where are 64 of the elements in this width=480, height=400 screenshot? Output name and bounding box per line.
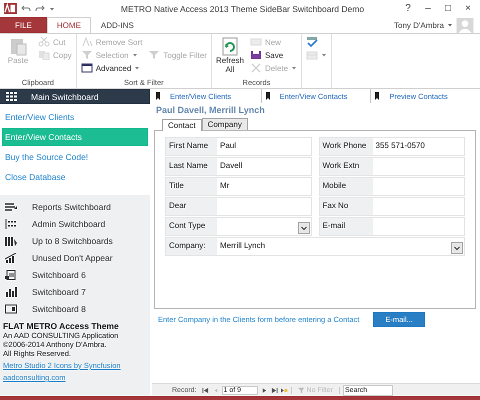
save-icon bbox=[250, 50, 262, 60]
window-control-button[interactable]: □ bbox=[440, 3, 456, 14]
theme-title: FLAT METRO Access Theme bbox=[3, 321, 120, 331]
filter-icon bbox=[298, 386, 305, 394]
window-control-button[interactable]: ? bbox=[400, 3, 416, 14]
grid-icon bbox=[6, 92, 17, 101]
window-icon bbox=[5, 304, 17, 314]
switchboard-item[interactable]: Switchboard 7 bbox=[0, 283, 150, 300]
last-record-icon[interactable] bbox=[270, 386, 278, 394]
ribbon-command[interactable]: Save bbox=[250, 49, 298, 61]
bookmark-icon bbox=[375, 92, 380, 100]
list-icon bbox=[5, 202, 17, 212]
bookmark-icon bbox=[266, 92, 270, 100]
caret-icon bbox=[132, 52, 138, 58]
switchboard-item[interactable]: Switchboard 8 bbox=[0, 300, 150, 317]
new-record-icon[interactable] bbox=[280, 386, 288, 394]
next-record-icon[interactable] bbox=[260, 386, 268, 394]
caret-icon bbox=[291, 65, 298, 71]
new-record-icon bbox=[250, 37, 262, 47]
table-icon bbox=[306, 50, 318, 60]
copy-icon bbox=[38, 50, 50, 60]
bar-chart-icon bbox=[5, 286, 17, 296]
window-control-button[interactable]: – bbox=[420, 3, 436, 14]
undo-icon[interactable] bbox=[21, 4, 31, 12]
redo-icon[interactable] bbox=[35, 4, 45, 12]
caret-icon bbox=[321, 52, 328, 58]
filter-icon bbox=[148, 50, 160, 60]
user-name[interactable]: Tony D'Ambra bbox=[394, 20, 444, 30]
sort-icon bbox=[80, 37, 93, 47]
ribbon-command[interactable]: Advanced bbox=[80, 62, 142, 74]
sidebar-link[interactable]: Buy the Source Code! bbox=[2, 148, 148, 166]
sidebar-link[interactable]: Close Database bbox=[2, 168, 148, 186]
form-tab[interactable]: Contact bbox=[162, 119, 202, 131]
sidebar-title: Main Switchboard bbox=[31, 92, 99, 102]
window-control-button[interactable]: × bbox=[460, 3, 476, 14]
switchboard-item[interactable]: Up to 8 Switchboards bbox=[0, 232, 150, 249]
caret-icon[interactable] bbox=[447, 22, 453, 28]
clipboard-icon bbox=[8, 36, 28, 56]
delete-icon bbox=[250, 63, 262, 73]
record-title: Paul Davell, Merrill Lynch bbox=[155, 104, 266, 117]
bookmark-icon bbox=[156, 92, 160, 100]
dots-icon bbox=[5, 218, 17, 228]
ribbon-large-button[interactable]: Refresh All bbox=[216, 36, 244, 78]
document-icon bbox=[5, 270, 17, 280]
spelling-icon bbox=[306, 37, 318, 47]
ribbon-tab[interactable]: HOME bbox=[46, 17, 91, 33]
switchboard-item[interactable]: Unused Don't Appear bbox=[0, 249, 150, 266]
ribbon-tab[interactable]: FILE bbox=[0, 17, 47, 33]
switchboard-item[interactable]: Admin Switchboard bbox=[0, 215, 150, 232]
switchboard-item[interactable]: Switchboard 6 bbox=[0, 266, 150, 283]
app-logo-icon bbox=[4, 3, 17, 14]
filter-icon bbox=[80, 50, 93, 60]
first-record-icon[interactable] bbox=[202, 386, 209, 394]
window-icon bbox=[80, 63, 93, 73]
ribbon-tab[interactable]: ADD-INS bbox=[90, 17, 144, 33]
caret-icon bbox=[134, 65, 140, 71]
switchboard-item[interactable]: Reports Switchboard bbox=[0, 198, 150, 215]
form-tab[interactable]: Company bbox=[202, 118, 248, 130]
window-title: METRO Native Access 2013 Theme SideBar Switchboard Demo bbox=[120, 4, 366, 14]
scissors-icon bbox=[38, 37, 50, 47]
books-icon bbox=[5, 236, 17, 246]
growth-chart-icon bbox=[5, 252, 17, 262]
sidebar-link[interactable]: Enter/View Clients bbox=[2, 108, 148, 126]
refresh-icon bbox=[220, 36, 240, 56]
